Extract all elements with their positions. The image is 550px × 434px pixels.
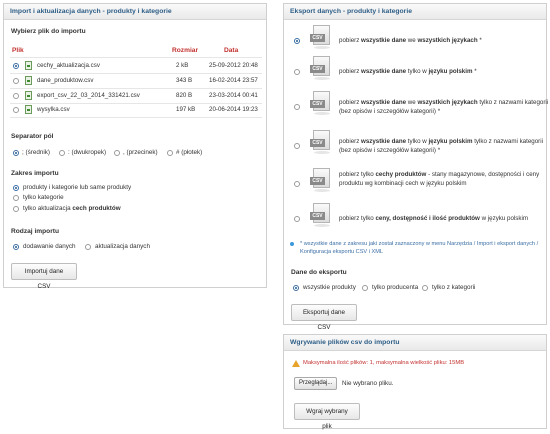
file-date: 23-03-2014 00:41 (209, 92, 258, 99)
separator-title: Separator pól (11, 133, 54, 140)
csv-file-icon (25, 76, 32, 85)
export-panel: Eksport danych - produkty i kategorie CS… (283, 3, 549, 331)
export-option-text: pobierz tylko ceny, dostępność i ilość p… (339, 215, 529, 222)
export-radio-category[interactable] (422, 285, 428, 291)
file-size: 2 kB (176, 62, 189, 69)
export-csv-button[interactable]: Eksportuj dane CSV (291, 304, 357, 331)
export-radio-producer[interactable] (362, 285, 368, 291)
type-title: Rodzaj importu (11, 228, 59, 235)
type-label-update: aktualizacja danych (95, 243, 150, 250)
choose-file-title: Wybierz plik do importu (11, 28, 86, 35)
scope-radio-features[interactable] (13, 206, 19, 212)
scope-title: Zakres importu (11, 170, 59, 177)
upload-panel: Wgrywanie plików csv do importu Maksymal… (283, 334, 547, 430)
file-date: 25-09-2012 20:48 (209, 62, 258, 69)
export-label-all: wszystkie produkty (303, 284, 356, 291)
export-option-text: pobierz wszystkie dane we wszystkich jęz… (339, 37, 482, 44)
csv-icon: CSV (310, 130, 332, 156)
browse-button[interactable]: Przeglądaj... (294, 377, 338, 390)
upload-file-button[interactable]: Wgraj wybrany plik (294, 403, 360, 430)
scope-radio-categories[interactable] (13, 195, 19, 201)
file-size: 820 B (176, 92, 193, 99)
export-option-radio[interactable] (294, 69, 300, 75)
file-size: 197 kB (176, 106, 196, 113)
export-data-title: Dane do eksportu (291, 269, 347, 276)
csv-icon: CSV (310, 203, 332, 229)
import-csv-button[interactable]: Importuj dane CSV (11, 263, 77, 290)
warning-icon (292, 360, 300, 367)
type-radio-add[interactable] (13, 244, 19, 250)
separator-label: ; (średnik) (22, 149, 50, 156)
csv-icon: CSV (310, 25, 332, 51)
csv-icon: CSV (310, 91, 332, 117)
file-radio[interactable] (13, 78, 19, 84)
file-size: 343 B (176, 77, 193, 84)
file-name[interactable]: wysylka.csv (37, 106, 70, 113)
import-panel-title: Import i aktualizacja danych - produkty … (4, 4, 266, 20)
file-radio[interactable] (13, 93, 19, 99)
type-label-add: dodawanie danych (23, 243, 76, 250)
export-option-radio[interactable] (294, 216, 300, 222)
separator-radio[interactable] (13, 150, 19, 156)
file-date: 20-06-2014 19:23 (209, 106, 258, 113)
file-date: 16-02-2014 23:57 (209, 77, 258, 84)
separator-radio[interactable] (167, 150, 173, 156)
scope-label-features: tylko aktualizacja cech produktów (23, 205, 121, 212)
info-icon (290, 242, 294, 246)
file-radio[interactable] (13, 107, 19, 113)
file-name[interactable]: cechy_aktualizacja.csv (37, 62, 100, 69)
export-radio-all[interactable] (293, 285, 299, 291)
separator-label: : (dwukropek) (68, 149, 107, 156)
export-option-text: pobierz wszystkie dane tylko w języku po… (339, 68, 477, 75)
column-date: Data (224, 47, 239, 54)
csv-icon: CSV (310, 168, 332, 194)
scope-label-categories: tylko kategorie (23, 194, 64, 201)
scope-radio-products[interactable] (13, 185, 19, 191)
upload-panel-title: Wgrywanie plików csv do importu (284, 335, 546, 351)
export-option-radio[interactable] (294, 38, 300, 44)
export-option-radio[interactable] (294, 104, 300, 110)
file-name[interactable]: dane_produktow.csv (37, 77, 93, 84)
upload-warning: Maksymalna ilość plików: 1, maksymalna w… (303, 360, 465, 366)
column-file: Plik (12, 47, 24, 54)
separator-radio[interactable] (59, 150, 65, 156)
export-option-radio[interactable] (294, 143, 300, 149)
export-option-radio[interactable] (294, 181, 300, 187)
export-label-category: tylko z kategorii (432, 284, 476, 291)
export-label-producer: tylko producenta (372, 284, 419, 291)
csv-file-icon (25, 91, 32, 100)
csv-file-icon (25, 61, 32, 70)
separator-label: , (przecinek) (123, 149, 158, 156)
export-option-text: pobierz wszystkie dane we wszystkich jęz… (339, 99, 549, 115)
column-size: Rozmiar (172, 47, 199, 54)
export-option-text: pobierz wszystkie dane tylko w języku po… (339, 138, 543, 154)
import-panel: Import i aktualizacja danych - produkty … (3, 3, 267, 290)
separator-label: # (płotek) (176, 149, 203, 156)
file-radio[interactable] (13, 63, 19, 69)
csv-icon: CSV (310, 56, 332, 82)
export-note: * wszystkie dane z zakresu jaki został z… (300, 241, 539, 255)
csv-file-icon (25, 105, 32, 114)
separator-radio[interactable] (114, 150, 120, 156)
no-file-label: Nie wybrano pliku. (342, 380, 394, 387)
export-option-text: pobierz tylko cechy produktów - stany ma… (339, 171, 540, 187)
scope-label-products: produkty i kategorie lub same produkty (23, 184, 132, 191)
type-radio-update[interactable] (85, 244, 91, 250)
export-panel-title: Eksport danych - produkty i kategorie (284, 4, 546, 20)
file-name[interactable]: export_csv_22_03_2014_331421.csv (37, 92, 140, 99)
